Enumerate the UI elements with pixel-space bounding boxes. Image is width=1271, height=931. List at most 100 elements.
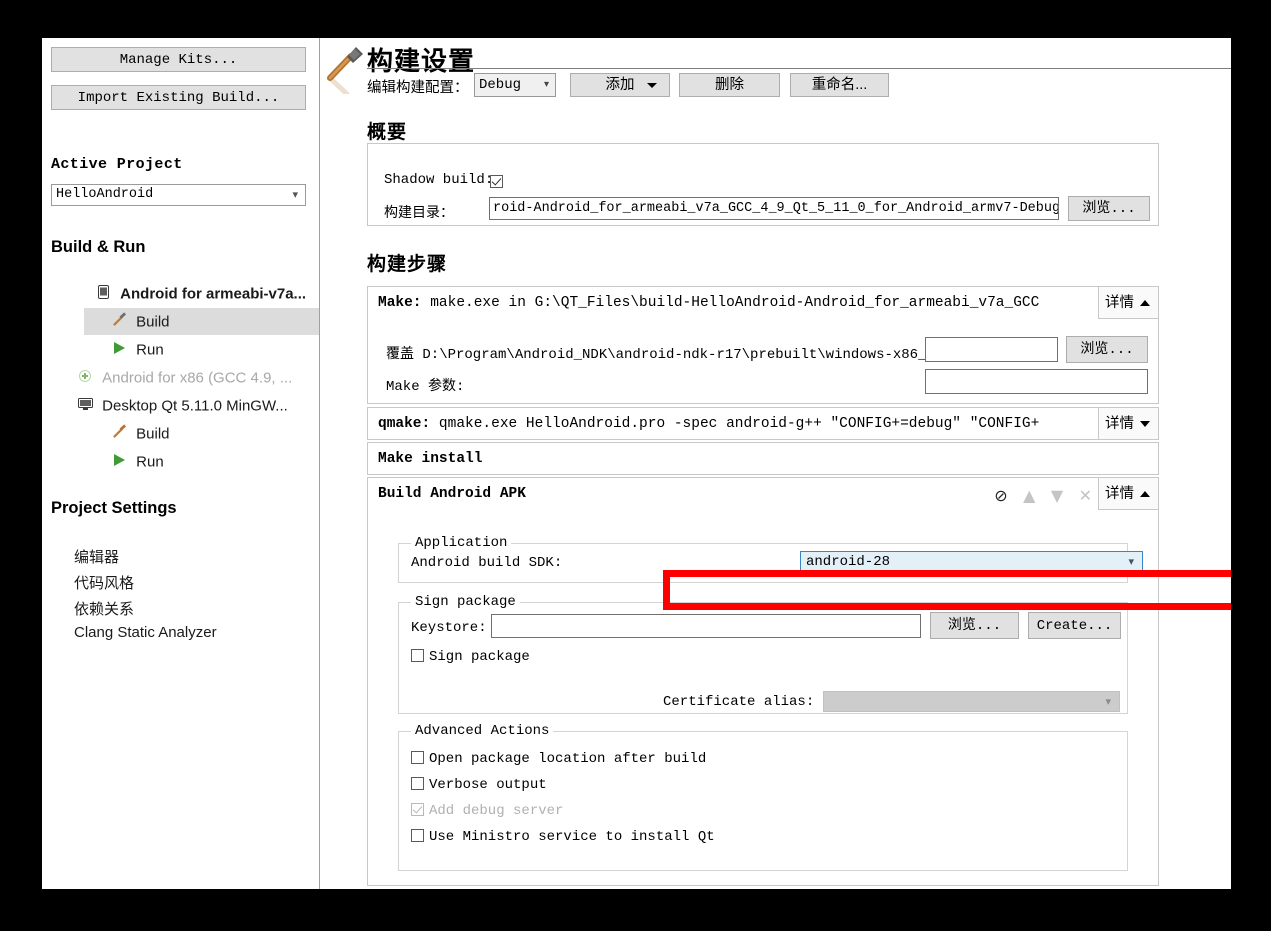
hammer-icon xyxy=(110,309,128,336)
use-ministro-checkbox[interactable]: Use Ministro service to install Qt xyxy=(411,829,715,845)
build-step-qmake-title: qmake: qmake.exe HelloAndroid.pro -spec … xyxy=(378,416,1039,432)
shadow-build-checkbox[interactable] xyxy=(490,173,503,191)
sidebar-item-run-android[interactable]: Run xyxy=(110,336,164,363)
remove-config-button[interactable]: 删除 xyxy=(679,73,780,97)
edit-build-config-label: 编辑构建配置： xyxy=(367,81,469,97)
make-step-label: Make: xyxy=(378,295,422,311)
sidebar-item-label: Run xyxy=(136,453,164,471)
keystore-create-button[interactable]: Create... xyxy=(1028,612,1121,639)
sign-package-group: Sign package Keystore: 浏览... Create... S… xyxy=(398,594,1128,714)
build-step-qmake: qmake: qmake.exe HelloAndroid.pro -spec … xyxy=(367,407,1159,440)
apk-step-actions: ⊘ ▲ ▼ ✕ xyxy=(983,486,1092,505)
active-project-select[interactable]: HelloAndroid ▾ xyxy=(51,184,306,206)
chevron-down-icon xyxy=(1140,421,1150,427)
screenshot-root: Manage Kits... Import Existing Build... … xyxy=(0,0,1271,931)
sidebar-item-build-desktop[interactable]: Build xyxy=(110,420,170,447)
certificate-alias-select[interactable]: ▾ xyxy=(823,691,1120,712)
use-ministro-label: Use Ministro service to install Qt xyxy=(429,829,715,845)
verbose-output-label: Verbose output xyxy=(429,777,547,793)
sidebar-item-kit-android-armeabi[interactable]: Android for armeabi-v7a... xyxy=(94,280,306,307)
make-step-details-button[interactable]: 详情 xyxy=(1098,286,1159,319)
checkbox-icon xyxy=(411,649,424,662)
android-build-sdk-select[interactable]: android-28 ▾ xyxy=(800,551,1143,573)
move-down-icon[interactable]: ▼ xyxy=(1051,486,1063,505)
build-config-select[interactable]: Debug ▾ xyxy=(474,73,556,97)
build-directory-label: 构建目录： xyxy=(384,206,454,222)
android-build-sdk-label: Android build SDK: xyxy=(411,555,563,571)
add-debug-server-checkbox: Add debug server xyxy=(411,803,563,819)
move-up-icon[interactable]: ▲ xyxy=(1023,486,1035,505)
checkbox-icon xyxy=(411,829,424,842)
sidebar-item-dependencies[interactable]: 依赖关系 xyxy=(74,598,134,619)
build-directory-input[interactable]: roid-Android_for_armeabi_v7a_GCC_4_9_Qt_… xyxy=(489,197,1059,220)
add-config-button[interactable]: 添加 xyxy=(570,73,670,97)
sidebar: Manage Kits... Import Existing Build... … xyxy=(42,38,320,889)
checkbox-icon xyxy=(411,803,424,816)
checkbox-icon xyxy=(411,751,424,764)
qmake-step-details-button[interactable]: 详情 xyxy=(1098,407,1159,440)
build-step-make-title: Make: make.exe in G:\QT_Files\build-Hell… xyxy=(378,295,1039,311)
keystore-label: Keystore: xyxy=(411,620,487,636)
sidebar-item-code-style[interactable]: 代码风格 xyxy=(74,572,134,593)
details-label: 详情 xyxy=(1105,486,1134,502)
add-config-label: 添加 xyxy=(605,77,635,93)
qmake-step-command: qmake.exe HelloAndroid.pro -spec android… xyxy=(430,416,1040,432)
rename-config-button[interactable]: 重命名... xyxy=(790,73,889,97)
summary-heading: 概要 xyxy=(367,122,408,143)
remove-icon[interactable]: ✕ xyxy=(1079,486,1092,505)
sidebar-item-kit-desktop-qt[interactable]: Desktop Qt 5.11.0 MinGW... xyxy=(76,392,288,419)
chevron-down-icon: ▾ xyxy=(1105,695,1111,708)
sidebar-item-kit-android-x86[interactable]: Android for x86 (GCC 4.9, ... xyxy=(76,364,292,391)
disable-icon[interactable]: ⊘ xyxy=(994,486,1007,505)
sidebar-item-editor[interactable]: 编辑器 xyxy=(74,546,119,567)
build-steps-heading: 构建步骤 xyxy=(367,254,448,275)
open-package-location-checkbox[interactable]: Open package location after build xyxy=(411,751,706,767)
apk-step-details-button[interactable]: 详情 xyxy=(1098,477,1159,510)
add-device-icon xyxy=(76,365,94,392)
apk-step-label: Build Android APK xyxy=(378,486,526,502)
details-label: 详情 xyxy=(1105,416,1134,432)
build-config-value: Debug xyxy=(479,77,522,93)
shadow-build-label: Shadow build: xyxy=(384,172,494,188)
advanced-actions-group: Advanced Actions Open package location a… xyxy=(398,723,1128,871)
checkbox-icon xyxy=(490,175,503,188)
summary-panel: Shadow build: 构建目录： roid-Android_for_arm… xyxy=(367,143,1159,226)
make-arguments-label: Make 参数: xyxy=(386,379,465,395)
keystore-input[interactable] xyxy=(491,614,921,638)
build-step-make-install-title: Make install xyxy=(378,451,482,467)
verbose-output-checkbox[interactable]: Verbose output xyxy=(411,777,547,793)
make-override-input[interactable] xyxy=(925,337,1058,362)
sidebar-item-label: Build xyxy=(136,425,170,443)
build-step-apk-title: Build Android APK xyxy=(378,486,526,502)
build-and-run-heading: Build & Run xyxy=(51,238,146,256)
make-override-label: 覆盖 D:\Program\Android_NDK\android-ndk-r1… xyxy=(386,347,935,363)
qt-creator-projects-window: Manage Kits... Import Existing Build... … xyxy=(42,38,1231,889)
sidebar-item-label: Desktop Qt 5.11.0 MinGW... xyxy=(102,397,288,415)
sidebar-item-run-desktop[interactable]: Run xyxy=(110,448,164,475)
play-icon xyxy=(110,337,128,364)
make-arguments-input[interactable] xyxy=(925,369,1148,394)
device-icon xyxy=(94,281,112,308)
build-directory-browse-button[interactable]: 浏览... xyxy=(1068,196,1150,221)
keystore-browse-button[interactable]: 浏览... xyxy=(930,612,1019,639)
title-divider xyxy=(367,68,1231,69)
build-step-make: Make: make.exe in G:\QT_Files\build-Hell… xyxy=(367,286,1159,404)
chevron-down-icon xyxy=(647,83,657,88)
build-settings-hammer-icon xyxy=(323,42,365,97)
build-step-make-install: Make install xyxy=(367,442,1159,475)
sign-package-checkbox[interactable]: Sign package xyxy=(411,649,530,665)
add-debug-server-label: Add debug server xyxy=(429,803,564,819)
android-build-sdk-value: android-28 xyxy=(806,554,891,570)
chevron-up-icon xyxy=(1140,491,1150,497)
sign-package-group-title: Sign package xyxy=(411,594,520,610)
import-existing-build-button[interactable]: Import Existing Build... xyxy=(51,85,306,110)
manage-kits-button[interactable]: Manage Kits... xyxy=(51,47,306,72)
hammer-icon xyxy=(110,421,128,448)
page-title: 构建设置 xyxy=(367,47,476,76)
application-group: Application Android build SDK: android-2… xyxy=(398,535,1143,583)
sidebar-item-clang-static-analyzer[interactable]: Clang Static Analyzer xyxy=(74,624,217,641)
application-group-title: Application xyxy=(411,535,512,551)
sidebar-item-build-android[interactable]: Build xyxy=(84,308,319,335)
active-project-heading: Active Project xyxy=(51,156,183,173)
make-override-browse-button[interactable]: 浏览... xyxy=(1066,336,1148,363)
